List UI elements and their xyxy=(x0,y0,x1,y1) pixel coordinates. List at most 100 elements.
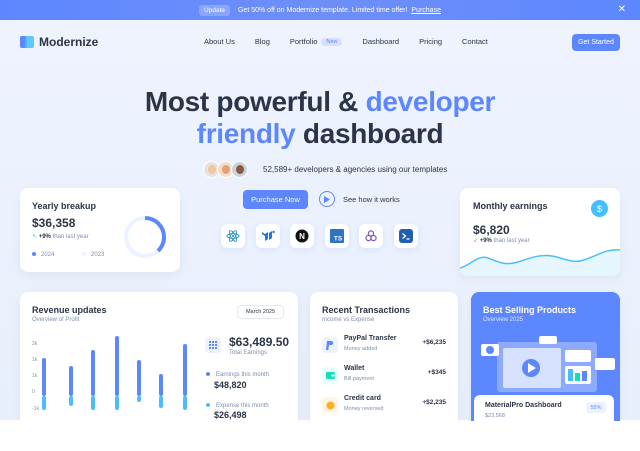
currency-icon: $ xyxy=(591,200,608,217)
y-tick: 2k xyxy=(32,341,38,347)
expense-label: Expense this month xyxy=(216,403,269,409)
month-select[interactable]: March 2025 xyxy=(237,305,284,319)
grid-icon xyxy=(205,337,221,353)
nav-portfolio-label: Portfolio xyxy=(289,37,318,46)
close-icon[interactable]: ✕ xyxy=(618,4,626,15)
bar-expense xyxy=(137,396,141,402)
monthly-sparkline xyxy=(460,248,620,276)
main-nav: Modernize About Us Blog Portfolio New Da… xyxy=(0,32,640,54)
nav-pricing[interactable]: Pricing xyxy=(419,37,442,46)
transaction-name: Credit card xyxy=(344,395,381,402)
nav-contact[interactable]: Contact xyxy=(462,37,488,46)
redux-icon xyxy=(359,224,383,248)
transaction-name: PayPal Transfer xyxy=(344,335,397,342)
yearly-change-label: than last year xyxy=(52,234,89,240)
y-tick: 1k xyxy=(32,357,38,363)
nav-blog[interactable]: Blog xyxy=(255,37,270,46)
card-title: Yearly breakup xyxy=(32,201,97,211)
product-name: MaterialPro Dashboard xyxy=(485,402,562,409)
shell-icon xyxy=(393,224,418,248)
yearly-change-row: ↖ +9% than last year xyxy=(32,233,89,240)
yearly-legend: 2024 2023 xyxy=(32,252,104,258)
product-illustration xyxy=(481,336,615,392)
transaction-desc: Money added xyxy=(344,346,378,352)
promo-bar: Update Get 50% off on Modernize template… xyxy=(0,0,640,20)
monthly-earnings-card: Monthly earnings $ $6,820 ↙ +9% than las… xyxy=(460,188,620,276)
yearly-change: +9% xyxy=(38,234,51,240)
mui-icon xyxy=(255,224,280,248)
nav-dashboard[interactable]: Dashboard xyxy=(362,37,399,46)
best-selling-products-card: Best Selling Products Overview 2025 Mate… xyxy=(471,292,620,432)
bar-expense xyxy=(159,396,163,408)
promo-badge: Update xyxy=(199,4,230,16)
nav-portfolio[interactable]: Portfolio New xyxy=(290,37,343,46)
recent-transactions-card: Recent Transactions Income vs Expense Pa… xyxy=(310,292,458,432)
brand-name: Modernize xyxy=(39,35,99,49)
avatar xyxy=(231,161,248,178)
card-title: Revenue updates xyxy=(32,305,107,315)
svg-text:TS: TS xyxy=(333,236,342,243)
total-earnings: $63,489.50 xyxy=(229,335,290,349)
bar-earnings xyxy=(115,336,119,396)
earnings-label: Earnings this month xyxy=(216,372,270,378)
y-tick: 1k xyxy=(32,373,38,379)
card-title: Recent Transactions xyxy=(322,305,411,315)
yearly-breakup-card: Yearly breakup $36,358 ↖ +9% than last y… xyxy=(20,188,180,272)
bar-expense xyxy=(183,396,187,410)
yearly-donut xyxy=(124,216,166,258)
expense-legend: Expense this month xyxy=(206,403,269,409)
transaction-amount: +$6,235 xyxy=(422,339,446,346)
purchase-now-button[interactable]: Purchase Now xyxy=(243,190,308,209)
revenue-chart: 2k 1k 1k 0 -1k xyxy=(32,336,187,412)
transaction-amount: +$2,235 xyxy=(422,399,446,406)
legend-dot xyxy=(82,252,87,257)
nextjs-icon: N xyxy=(290,224,314,248)
svg-text:N: N xyxy=(299,232,305,241)
paypal-icon xyxy=(322,337,338,353)
transaction-desc: Bill payment xyxy=(344,376,374,382)
nav-about[interactable]: About Us xyxy=(204,37,235,46)
avatar-group xyxy=(203,161,248,178)
page-bottom xyxy=(0,421,640,451)
brand-logo[interactable]: Modernize xyxy=(20,35,98,49)
bar-earnings xyxy=(91,350,95,396)
legend-2024: 2024 xyxy=(41,252,55,258)
bar-earnings xyxy=(159,374,163,396)
revenue-updates-card: Revenue updates Overview of Profit March… xyxy=(20,292,298,432)
bar-earnings xyxy=(42,358,46,396)
headline-accent1: developer xyxy=(365,86,496,117)
transaction-row[interactable]: Wallet Bill payment +$345 xyxy=(322,365,446,389)
transaction-row[interactable]: Credit card Money reversed +$2,235 xyxy=(322,395,446,419)
earnings-value: $48,820 xyxy=(214,380,247,390)
bar-expense xyxy=(115,396,119,410)
transaction-desc: Money reversed xyxy=(344,406,384,412)
promo-link[interactable]: Purchase xyxy=(411,7,441,14)
nav-links: About Us Blog Portfolio New Dashboard Pr… xyxy=(204,37,508,46)
y-tick: 0 xyxy=(32,389,35,395)
headline-part1: Most powerful & xyxy=(144,86,366,117)
card-subtitle: Income vs Expense xyxy=(322,317,375,323)
card-title: Monthly earnings xyxy=(473,201,548,211)
bar-expense xyxy=(42,396,46,410)
y-tick: -1k xyxy=(32,406,39,412)
expense-value: $26,498 xyxy=(214,410,247,420)
how-it-works-button[interactable]: See how it works xyxy=(319,191,400,207)
bar-expense xyxy=(69,396,73,406)
developer-count: 52,589+ developers & agencies using our … xyxy=(263,165,448,174)
new-badge: New xyxy=(321,37,343,46)
headline-part2: dashboard xyxy=(295,118,444,149)
monthly-amount: $6,820 xyxy=(473,223,510,237)
bar-expense xyxy=(91,396,95,410)
total-earnings-label: Total Earnings xyxy=(229,350,268,356)
product-percent-badge: 55% xyxy=(586,402,606,413)
product-price: $23,568 xyxy=(485,413,505,419)
transaction-row[interactable]: PayPal Transfer Money added +$6,235 xyxy=(322,335,446,359)
headline-accent2: friendly xyxy=(196,118,296,149)
wallet-icon xyxy=(322,367,338,383)
bar-earnings xyxy=(183,344,187,396)
get-started-button[interactable]: Get Started xyxy=(572,34,620,51)
card-subtitle: Overview of Profit xyxy=(32,317,80,323)
credit-card-icon xyxy=(322,397,338,413)
legend-dot xyxy=(206,403,210,408)
transaction-name: Wallet xyxy=(344,365,365,372)
